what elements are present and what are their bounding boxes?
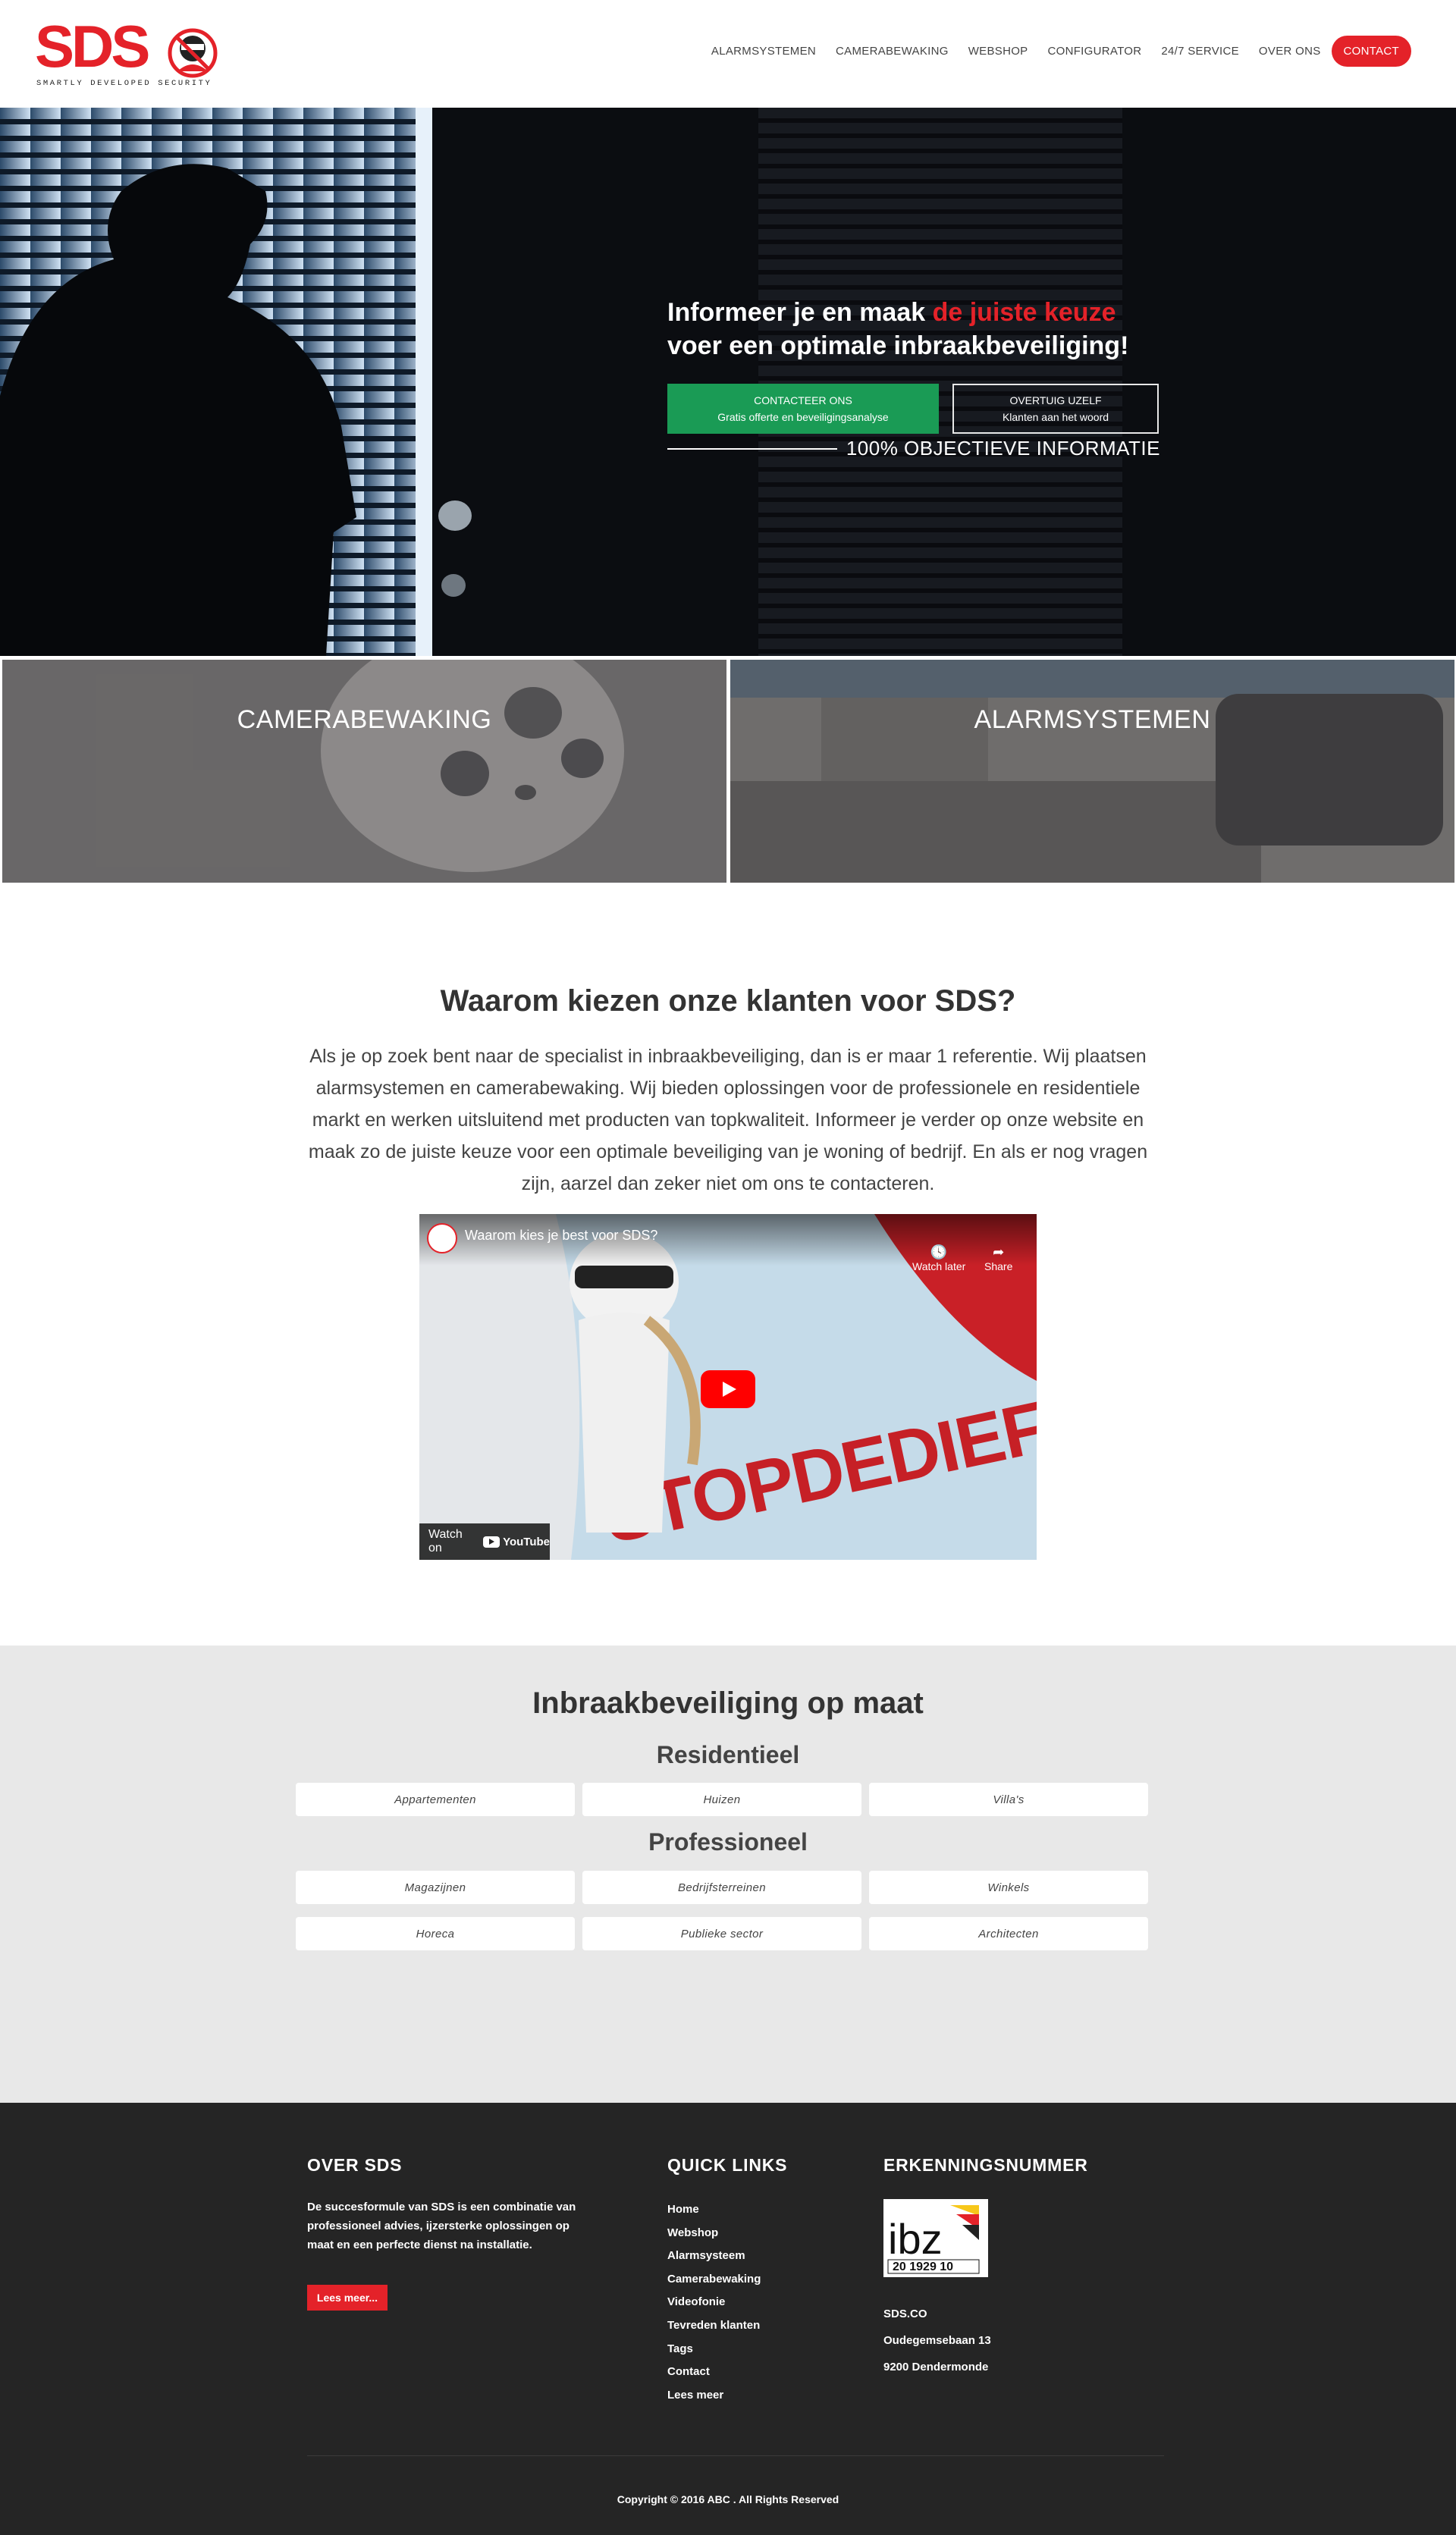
testimonials-sublabel: Klanten aan het woord xyxy=(1002,411,1109,423)
nav-service[interactable]: 24/7 SERVICE xyxy=(1161,45,1239,58)
custom-title: Inbraakbeveiliging op maat xyxy=(532,1686,924,1720)
tile-alarmsystemen[interactable]: ALARMSYSTEMEN xyxy=(730,660,1454,883)
youtube-label: YouTube xyxy=(503,1535,550,1548)
option-villas[interactable]: Villa's xyxy=(869,1783,1148,1816)
link-camerabewaking[interactable]: Camerabewaking xyxy=(667,2268,761,2292)
contact-us-button[interactable]: CONTACTEER ONS Gratis offerte en beveili… xyxy=(667,384,939,434)
custom-security-section: Inbraakbeveiliging op maat Residentieel … xyxy=(0,1646,1456,2103)
why-sds-title: Waarom kiezen onze klanten voor SDS? xyxy=(440,984,1016,1018)
hero-title-part1: Informeer je en maak xyxy=(667,298,933,327)
option-winkels[interactable]: Winkels xyxy=(869,1871,1148,1904)
residential-title: Residentieel xyxy=(656,1741,800,1768)
youtube-logo-icon: YouTube xyxy=(483,1536,550,1548)
link-lees-meer[interactable]: Lees meer xyxy=(667,2384,761,2408)
link-home[interactable]: Home xyxy=(667,2198,761,2222)
site-header: SDS SMARTLY DEVELOPED SECURITY ALARMSYST… xyxy=(0,0,1456,108)
link-alarmsysteem[interactable]: Alarmsysteem xyxy=(667,2245,761,2268)
why-sds-text: Als je op zoek bent naar de specialist i… xyxy=(308,1046,1148,1194)
link-tevreden-klanten[interactable]: Tevreden klanten xyxy=(667,2314,761,2338)
contact-us-label: CONTACTEER ONS xyxy=(754,394,852,406)
option-huizen[interactable]: Huizen xyxy=(582,1783,861,1816)
hero-content: Informeer je en maak de juiste keuze voe… xyxy=(667,296,1244,460)
quick-links: Home Webshop Alarmsysteem Camerabewaking… xyxy=(667,2198,761,2407)
tile-camerabewaking[interactable]: CAMERABEWAKING xyxy=(2,660,726,883)
share-button[interactable]: ➦ Share xyxy=(984,1244,1012,1272)
ibz-logo-icon: ibz 20 1929 10 xyxy=(887,2205,980,2274)
play-icon xyxy=(723,1382,736,1397)
play-button[interactable] xyxy=(701,1370,755,1408)
sds-logo[interactable]: SDS SMARTLY DEVELOPED SECURITY xyxy=(35,13,220,90)
tile-overlay xyxy=(2,660,726,883)
link-webshop[interactable]: Webshop xyxy=(667,2222,761,2245)
watch-on-label: Watch on xyxy=(428,1528,463,1555)
company-name: SDS.CO xyxy=(883,2308,927,2320)
logo-text: SDS xyxy=(35,18,148,80)
testimonials-label: OVERTUIG UZELF xyxy=(1009,394,1102,406)
option-publieke-sector[interactable]: Publieke sector xyxy=(582,1917,861,1950)
option-architecten[interactable]: Architecten xyxy=(869,1917,1148,1950)
footer-divider xyxy=(307,2455,1164,2456)
objective-text: 100% OBJECTIEVE INFORMATIE xyxy=(846,437,1160,460)
watch-later-button[interactable]: 🕓 Watch later xyxy=(912,1244,965,1272)
hero-banner: Informeer je en maak de juiste keuze voe… xyxy=(0,108,1456,656)
nav-webshop[interactable]: WEBSHOP xyxy=(968,45,1028,58)
watch-on-youtube[interactable]: Watch on YouTube xyxy=(419,1523,550,1560)
address-street: Oudegemsebaan 13 xyxy=(883,2334,991,2347)
logo-tagline: SMARTLY DEVELOPED SECURITY xyxy=(36,79,212,88)
option-magazijnen[interactable]: Magazijnen xyxy=(296,1871,575,1904)
tile-camerabewaking-title: CAMERABEWAKING xyxy=(237,705,492,734)
burglar-logo-icon xyxy=(168,28,218,78)
read-more-button[interactable]: Lees meer... xyxy=(307,2285,388,2311)
link-tags[interactable]: Tags xyxy=(667,2338,761,2361)
youtube-video-embed[interactable]: STOPDEDIEF.BE Waarom kies je best voor S… xyxy=(419,1214,1037,1560)
site-footer: OVER SDS De succesformule van SDS is een… xyxy=(0,2103,1456,2535)
footer-about-title: OVER SDS xyxy=(307,2155,403,2175)
footer-links-title: QUICK LINKS xyxy=(667,2155,788,2175)
share-icon: ➦ xyxy=(993,1244,1005,1260)
share-label: Share xyxy=(984,1260,1013,1272)
watch-later-label: Watch later xyxy=(912,1260,966,1272)
clock-icon: 🕓 xyxy=(930,1244,948,1260)
burglar-hero-image xyxy=(0,108,1456,656)
nav-configurator[interactable]: CONFIGURATOR xyxy=(1047,45,1141,58)
option-horeca[interactable]: Horeca xyxy=(296,1917,575,1950)
main-nav: ALARMSYSTEMEN CAMERABEWAKING WEBSHOP CON… xyxy=(692,35,1411,67)
nav-camerabewaking[interactable]: CAMERABEWAKING xyxy=(836,45,949,58)
channel-avatar[interactable] xyxy=(427,1223,457,1253)
option-bedrijfsterreinen[interactable]: Bedrijfsterreinen xyxy=(582,1871,861,1904)
video-title[interactable]: Waarom kies je best voor SDS? xyxy=(465,1228,657,1244)
ibz-badge: ibz 20 1929 10 xyxy=(883,2199,988,2277)
link-contact[interactable]: Contact xyxy=(667,2361,761,2384)
nav-contact-button[interactable]: CONTACT xyxy=(1331,35,1411,67)
ibz-number: 20 1929 10 xyxy=(893,2260,953,2273)
nav-over-ons[interactable]: OVER ONS xyxy=(1259,45,1321,58)
objective-info: 100% OBJECTIEVE INFORMATIE xyxy=(667,437,1160,460)
copyright: Copyright © 2016 ABC . All Rights Reserv… xyxy=(617,2493,839,2505)
hero-title-highlight: de juiste keuze xyxy=(932,298,1116,327)
contact-us-sublabel: Gratis offerte en beveiligingsanalyse xyxy=(717,411,889,423)
hero-title: Informeer je en maak de juiste keuze voe… xyxy=(667,296,1244,362)
footer-about-text: De succesformule van SDS is een combinat… xyxy=(307,2201,576,2251)
objective-divider xyxy=(667,447,837,450)
option-appartementen[interactable]: Appartementen xyxy=(296,1783,575,1816)
hero-title-line2: voer een optimale inbraakbeveiliging! xyxy=(667,331,1129,360)
nav-alarmsystemen[interactable]: ALARMSYSTEMEN xyxy=(711,45,816,58)
category-tiles: CAMERABEWAKING ALARMSYSTEMEN xyxy=(0,657,1456,885)
tile-alarmsystemen-title: ALARMSYSTEMEN xyxy=(974,705,1211,734)
address-city: 9200 Dendermonde xyxy=(883,2361,989,2373)
hero-buttons: CONTACTEER ONS Gratis offerte en beveili… xyxy=(667,384,1159,434)
testimonials-button[interactable]: OVERTUIG UZELF Klanten aan het woord xyxy=(952,384,1159,434)
tile-overlay xyxy=(730,660,1454,883)
link-videofonie[interactable]: Videofonie xyxy=(667,2291,761,2314)
footer-erk-title: ERKENNINGSNUMMER xyxy=(883,2155,1088,2175)
professional-title: Professioneel xyxy=(648,1828,808,1856)
ibz-text: ibz xyxy=(888,2215,943,2263)
